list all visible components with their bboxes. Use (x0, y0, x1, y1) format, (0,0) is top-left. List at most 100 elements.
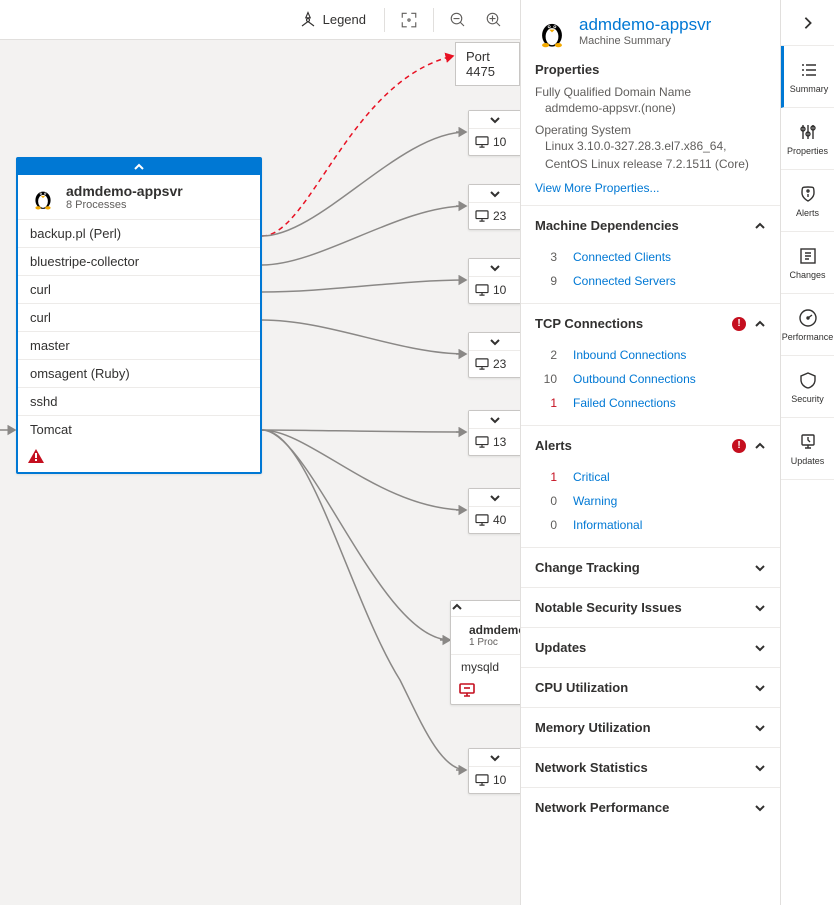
machine-node-appsvr[interactable]: admdemo-appsvr 8 Processes backup.pl (Pe… (16, 157, 262, 474)
process-item[interactable]: mysqld (451, 655, 529, 679)
metric-row[interactable]: 3Connected Clients (535, 245, 766, 269)
node-alert-indicator[interactable] (18, 443, 260, 472)
server-group-node[interactable]: 10 (468, 748, 522, 794)
section-header[interactable]: Notable Security Issues (521, 588, 780, 627)
node-alert-indicator[interactable] (451, 679, 529, 704)
process-item[interactable]: curl (18, 276, 260, 304)
chevron-down-icon (489, 752, 501, 764)
metric-label[interactable]: Inbound Connections (573, 348, 686, 362)
node-title: admdemo (469, 623, 526, 637)
metric-row[interactable]: 9Connected Servers (535, 269, 766, 293)
process-list: backup.pl (Perl)bluestripe-collectorcurl… (18, 219, 260, 443)
rail-item-label: Properties (787, 146, 828, 156)
section-header[interactable]: Memory Utilization (521, 708, 780, 747)
node-count: 10 (493, 773, 506, 787)
section-collapsed: Network Performance (521, 787, 780, 827)
metric-row[interactable]: 10Outbound Connections (535, 367, 766, 391)
monitor-icon (475, 514, 489, 526)
server-group-node[interactable]: 23 (468, 332, 522, 378)
legend-button[interactable]: Legend (289, 4, 376, 36)
node-count: 10 (493, 283, 506, 297)
metric-row[interactable]: 1Failed Connections (535, 391, 766, 415)
node-expand-button[interactable] (469, 411, 521, 429)
process-item[interactable]: curl (18, 304, 260, 332)
server-group-node[interactable]: 13 (468, 410, 522, 456)
server-group-node[interactable]: 10 (468, 258, 522, 304)
section-header[interactable]: Network Statistics (521, 748, 780, 787)
section-header[interactable]: Machine Dependencies (521, 206, 780, 245)
rail-item-label: Alerts (796, 208, 819, 218)
rail-item-properties[interactable]: Properties (781, 108, 834, 170)
chevron-down-icon (489, 188, 501, 200)
process-item[interactable]: master (18, 332, 260, 360)
node-expand-button[interactable] (469, 489, 521, 507)
port-node[interactable]: Port 4475 (455, 42, 520, 86)
section-header[interactable]: TCP Connections ! (521, 304, 780, 343)
section-collapsed: Updates (521, 627, 780, 667)
node-expand-button[interactable] (469, 749, 521, 767)
metric-label[interactable]: Critical (573, 470, 610, 484)
map-toolbar: Legend (0, 0, 520, 40)
server-group-node[interactable]: 10 (468, 110, 522, 156)
metric-label[interactable]: Connected Servers (573, 274, 676, 288)
panel-subtitle: Machine Summary (579, 35, 711, 47)
zoom-in-icon (485, 11, 503, 29)
metric-row[interactable]: 1Critical (535, 465, 766, 489)
process-item[interactable]: bluestripe-collector (18, 248, 260, 276)
node-expand-button[interactable] (469, 333, 521, 351)
section-header[interactable]: Change Tracking (521, 548, 780, 587)
metric-label[interactable]: Failed Connections (573, 396, 676, 410)
server-group-node[interactable]: 23 (468, 184, 522, 230)
metric-count: 0 (535, 494, 557, 508)
node-count: 40 (493, 513, 506, 527)
metric-label[interactable]: Warning (573, 494, 617, 508)
os-label: Operating System (535, 123, 766, 137)
alert-rows: 1Critical 0 Warning 0Informational (521, 465, 780, 547)
changes-icon (798, 246, 818, 266)
metric-label[interactable]: Connected Clients (573, 250, 671, 264)
metric-row[interactable]: 2Inbound Connections (535, 343, 766, 367)
section-header[interactable]: Alerts ! (521, 426, 780, 465)
metric-row[interactable]: 0 Warning (535, 489, 766, 513)
section-header[interactable]: Network Performance (521, 788, 780, 827)
chevron-down-icon (754, 802, 766, 814)
node-subtitle: 8 Processes (66, 199, 183, 211)
process-item[interactable]: Tomcat (18, 416, 260, 443)
section-collapsed: Memory Utilization (521, 707, 780, 747)
node-collapse-button[interactable] (18, 159, 260, 175)
rail-item-summary[interactable]: Summary (781, 46, 834, 108)
rail-item-performance[interactable]: Performance (781, 294, 834, 356)
os-value: Linux 3.10.0-327.28.3.el7.x86_64, CentOS… (535, 137, 766, 173)
chevron-up-icon (754, 440, 766, 452)
process-item[interactable]: omsagent (Ruby) (18, 360, 260, 388)
metric-row[interactable]: 0Informational (535, 513, 766, 537)
metric-label[interactable]: Outbound Connections (573, 372, 696, 386)
node-collapse-button[interactable] (451, 601, 529, 617)
panel-expand-button[interactable] (781, 0, 834, 46)
node-expand-button[interactable] (469, 111, 521, 129)
rail-item-alerts[interactable]: Alerts (781, 170, 834, 232)
toolbar-separator (433, 8, 434, 32)
monitor-alert-icon (459, 683, 475, 697)
section-header[interactable]: CPU Utilization (521, 668, 780, 707)
zoom-out-button[interactable] (442, 4, 474, 36)
fit-to-screen-button[interactable] (393, 4, 425, 36)
chevron-up-icon (451, 601, 463, 613)
node-expand-button[interactable] (469, 185, 521, 203)
view-more-properties-link[interactable]: View More Properties... (535, 181, 766, 195)
process-item[interactable]: backup.pl (Perl) (18, 220, 260, 248)
machine-node-db[interactable]: admdemo 1 Proc mysqld (450, 600, 530, 705)
section-title: Network Statistics (535, 760, 648, 775)
dependency-map-canvas[interactable]: Port 4475 admdemo-appsvr 8 Processes bac… (0, 40, 520, 905)
metric-label[interactable]: Informational (573, 518, 642, 532)
section-header[interactable]: Updates (521, 628, 780, 667)
rail-item-updates[interactable]: Updates (781, 418, 834, 480)
node-expand-button[interactable] (469, 259, 521, 277)
fit-icon (400, 11, 418, 29)
rail-item-security[interactable]: Security (781, 356, 834, 418)
zoom-in-button[interactable] (478, 4, 510, 36)
server-group-node[interactable]: 40 (468, 488, 522, 534)
rail-item-changes[interactable]: Changes (781, 232, 834, 294)
process-item[interactable]: sshd (18, 388, 260, 416)
node-body: 23 (469, 351, 521, 377)
